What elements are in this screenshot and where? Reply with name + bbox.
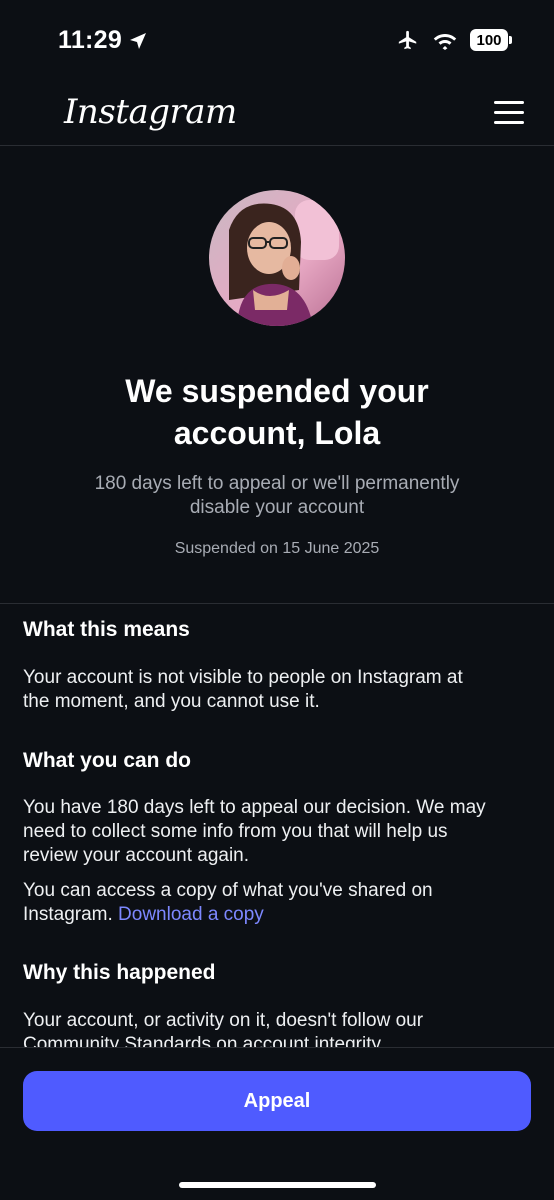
title-line: account, Lola xyxy=(173,415,381,451)
instagram-logo[interactable]: Instagram xyxy=(64,92,237,132)
body-line: You have 180 days left to appeal our dec… xyxy=(23,797,486,818)
body-line: Community Standards on account integrity xyxy=(23,1034,382,1047)
body-line: Your account is not visible to people on… xyxy=(23,667,463,688)
avatar-image xyxy=(209,190,345,326)
suspended-date: Suspended on 15 June 2025 xyxy=(174,540,380,557)
body-line: the moment, and you cannot use it. xyxy=(23,691,320,712)
details-content[interactable]: What this means Your account is not visi… xyxy=(23,604,523,1047)
body-line: review your account again. xyxy=(23,845,250,866)
battery-icon: 100 xyxy=(470,29,512,51)
section-heading-what-this-means: What this means xyxy=(23,618,190,641)
body-line: You can access a copy of what you've sha… xyxy=(23,880,433,901)
time-group: 11:29 xyxy=(58,26,148,55)
home-indicator[interactable] xyxy=(179,1182,376,1188)
menu-line xyxy=(494,121,524,124)
appeal-deadline-text: 180 days left to appeal or we'll permane… xyxy=(50,472,504,520)
app-header: Instagram xyxy=(0,80,554,146)
body-line: Your account, or activity on it, doesn't… xyxy=(23,1010,424,1031)
body-line: need to collect some info from you that … xyxy=(23,821,448,842)
screen: 11:29 100 Instagram We suspended your ac… xyxy=(0,0,554,1200)
airplane-icon xyxy=(398,30,417,50)
battery-level: 100 xyxy=(476,31,502,49)
appeal-button[interactable]: Appeal xyxy=(23,1071,531,1131)
menu-line xyxy=(494,111,524,114)
page-title: We suspended your account, Lola xyxy=(60,370,494,454)
what-this-means-text: Your account is not visible to people on… xyxy=(23,666,523,714)
subtitle-line: disable your account xyxy=(189,497,365,518)
profile-avatar xyxy=(209,190,345,326)
download-copy-text: You can access a copy of what you've sha… xyxy=(23,879,523,927)
why-this-happened-text: Your account, or activity on it, doesn't… xyxy=(23,1009,523,1047)
bottom-action-bar: Appeal xyxy=(0,1047,554,1200)
title-line: We suspended your xyxy=(125,373,429,409)
body-line: Instagram. Download a copy xyxy=(23,903,523,927)
body-line-prefix: Instagram. xyxy=(23,904,119,925)
section-heading-why-this-happened: Why this happened xyxy=(23,961,216,984)
menu-line xyxy=(494,101,524,104)
download-copy-link[interactable]: Download a copy xyxy=(118,904,264,925)
wifi-icon xyxy=(433,34,457,50)
hamburger-menu-icon[interactable] xyxy=(494,100,524,126)
subtitle-line: 180 days left to appeal or we'll permane… xyxy=(94,473,460,494)
status-time: 11:29 xyxy=(58,26,123,54)
section-heading-what-you-can-do: What you can do xyxy=(23,749,191,772)
what-you-can-do-text: You have 180 days left to appeal our dec… xyxy=(23,796,523,868)
location-arrow-icon xyxy=(130,32,147,49)
status-icons: 100 xyxy=(396,29,512,51)
status-bar: 11:29 100 xyxy=(0,0,554,80)
